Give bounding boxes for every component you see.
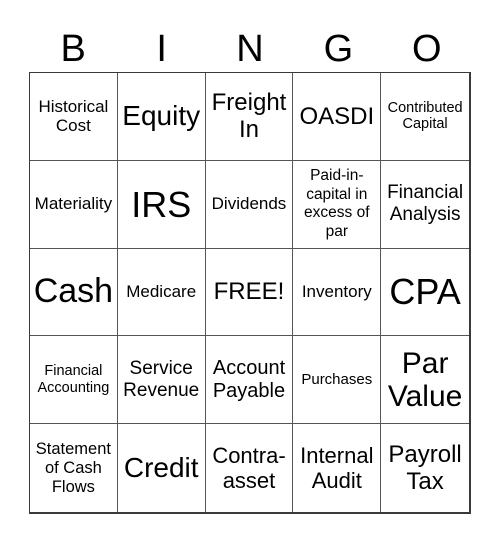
- bingo-cell[interactable]: Statement of Cash Flows: [30, 424, 118, 512]
- cell-label: OASDI: [299, 102, 375, 130]
- cell-label: Contra-asset: [212, 442, 286, 494]
- bingo-cell[interactable]: Paid-in-capital in excess of par: [293, 160, 382, 249]
- bingo-cell[interactable]: Financial Accounting: [30, 336, 118, 425]
- bingo-cell[interactable]: Medicare: [117, 248, 206, 337]
- bingo-cell[interactable]: Par Value: [381, 336, 469, 425]
- cell-label: Dividends: [211, 194, 287, 214]
- cell-label: Internal Audit: [300, 442, 374, 494]
- free-space-cell[interactable]: FREE!: [205, 248, 294, 337]
- bingo-cell[interactable]: Dividends: [205, 160, 294, 249]
- bingo-cell[interactable]: Freight In: [205, 73, 294, 161]
- cell-label: Inventory: [301, 282, 372, 302]
- cell-label: Credit: [123, 452, 199, 483]
- header-letter-n: N: [236, 27, 264, 70]
- bingo-cell[interactable]: Equity: [117, 73, 206, 161]
- header-letter-b: B: [60, 27, 86, 70]
- cell-label: Paid-in-capital in excess of par: [304, 167, 370, 240]
- bingo-cell[interactable]: Account Payable: [205, 336, 294, 425]
- bingo-cell[interactable]: Cash: [30, 248, 118, 337]
- cell-label: IRS: [131, 183, 192, 225]
- cell-label: CPA: [389, 271, 461, 313]
- bingo-cell[interactable]: Credit: [118, 424, 206, 512]
- cell-label: Financial Analysis: [387, 182, 464, 226]
- cell-label: Statement of Cash Flows: [35, 439, 111, 496]
- header-letter-g: G: [323, 27, 354, 70]
- cell-label: Par Value: [387, 346, 463, 413]
- bingo-cell[interactable]: Payroll Tax: [381, 424, 469, 512]
- cell-label: Financial Accounting: [37, 363, 110, 396]
- cell-label: Service Revenue: [123, 357, 200, 401]
- free-space-label: FREE!: [213, 278, 285, 306]
- bingo-cell[interactable]: OASDI: [293, 73, 382, 161]
- bingo-cell[interactable]: Internal Audit: [293, 424, 382, 512]
- header-letter-o: O: [412, 27, 442, 70]
- bingo-cell[interactable]: Contributed Capital: [381, 73, 469, 161]
- cell-label: Contributed Capital: [387, 99, 463, 133]
- cell-label: Equity: [122, 100, 201, 132]
- cell-label: Materiality: [34, 194, 113, 214]
- bingo-cell[interactable]: Financial Analysis: [381, 161, 469, 249]
- bingo-header: B I N G O: [29, 25, 471, 72]
- bingo-cell[interactable]: Historical Cost: [30, 73, 118, 161]
- cell-label: Historical Cost: [38, 96, 109, 136]
- bingo-cell[interactable]: Materiality: [30, 160, 118, 249]
- bingo-cell[interactable]: CPA: [381, 249, 469, 337]
- bingo-cell[interactable]: IRS: [117, 160, 206, 249]
- cell-label: Account Payable: [212, 356, 286, 402]
- cell-label: Freight In: [211, 88, 287, 144]
- cell-label: Purchases: [301, 371, 373, 389]
- bingo-cell[interactable]: Inventory: [293, 248, 382, 337]
- cell-label: Medicare: [126, 282, 197, 302]
- cell-label: Cash: [33, 272, 114, 311]
- bingo-cell[interactable]: Service Revenue: [117, 336, 206, 425]
- cell-label: Payroll Tax: [388, 440, 462, 496]
- bingo-cell[interactable]: Purchases: [293, 336, 382, 425]
- bingo-cell[interactable]: Contra-asset: [206, 424, 294, 512]
- header-letter-i: I: [156, 27, 167, 70]
- bingo-board: Historical Cost Equity Freight In OASDI …: [29, 72, 471, 514]
